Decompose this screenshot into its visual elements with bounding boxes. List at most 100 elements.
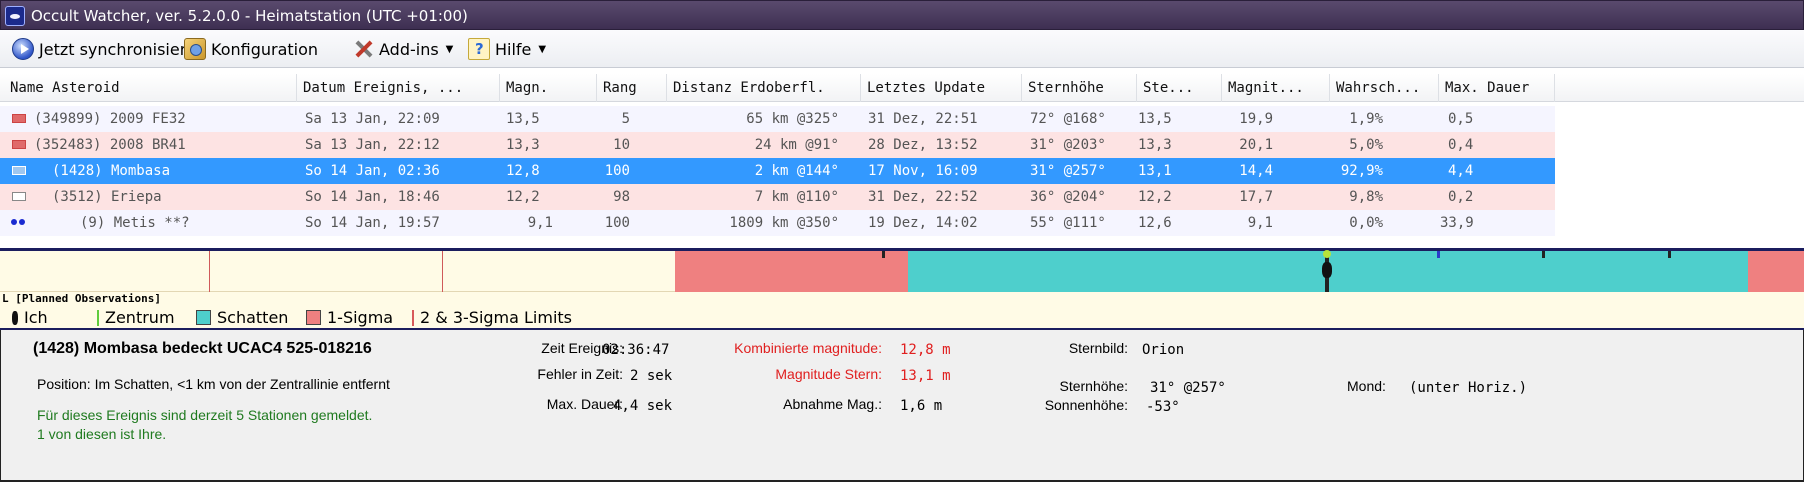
stations-info: Für dieses Ereignis sind derzeit 5 Stati… bbox=[37, 407, 373, 423]
shadow-swatch-icon bbox=[196, 310, 211, 325]
cell-update: 17 Nov, 16:09 bbox=[868, 163, 978, 179]
legend-schatten: Schatten bbox=[196, 308, 288, 327]
mond-label: Mond: bbox=[1347, 378, 1386, 394]
my-station-marker bbox=[1322, 250, 1332, 296]
table-header: Name Asteroid Datum Ereignis, ... Magn. … bbox=[0, 74, 1804, 102]
cell-dist: 65 km @325° bbox=[746, 111, 839, 127]
cell-rang: 100 bbox=[604, 163, 630, 179]
cell-magn: 12,2 bbox=[506, 189, 540, 205]
legend-ich: Ich bbox=[12, 308, 48, 327]
table-row[interactable]: (349899) 2009 FE32 Sa 13 Jan, 22:09 13,5… bbox=[0, 106, 1555, 132]
legend-zentrum-label: Zentrum bbox=[105, 308, 175, 327]
table-row[interactable]: (9) Metis **? So 14 Jan, 19:57 9,1 100 1… bbox=[0, 210, 1555, 236]
legend-ich-label: Ich bbox=[24, 308, 48, 327]
sync-icon bbox=[12, 38, 34, 60]
sonnenhoehe-label: Sonnenhöhe: bbox=[1044, 397, 1128, 413]
cell-magn: 13,5 bbox=[506, 111, 540, 127]
cell-dur: 4,4 bbox=[1448, 163, 1474, 179]
col-name-asteroid[interactable]: Name Asteroid bbox=[0, 74, 297, 102]
table-row[interactable]: (3512) Eriepa So 14 Jan, 18:46 12,2 98 7… bbox=[0, 184, 1555, 210]
cell-prob: 5,0% bbox=[1349, 137, 1383, 153]
kombi-value: 12,8 m bbox=[900, 342, 951, 358]
cell-rang: 98 bbox=[613, 189, 630, 205]
sternbild-value: Orion bbox=[1142, 342, 1185, 358]
sigma1-zone bbox=[675, 251, 908, 292]
col-ste[interactable]: Ste... bbox=[1137, 74, 1222, 102]
cell-prob: 92,9% bbox=[1340, 163, 1383, 179]
cell-name: (3512) Eriepa bbox=[52, 189, 162, 205]
cell-magnit: 20,1 bbox=[1239, 137, 1273, 153]
col-magn[interactable]: Magn. bbox=[500, 74, 597, 102]
cell-date: So 14 Jan, 19:57 bbox=[305, 215, 440, 231]
addins-menu[interactable]: Add-ins ▼ bbox=[352, 36, 453, 62]
legend-sigma1: 1-Sigma bbox=[306, 308, 393, 327]
cell-date: So 14 Jan, 18:46 bbox=[305, 189, 440, 205]
station-marker-icon bbox=[12, 310, 18, 325]
mond-value: (unter Horiz.) bbox=[1409, 380, 1528, 396]
cell-name: (1428) Mombasa bbox=[52, 163, 171, 179]
col-sternhoehe[interactable]: Sternhöhe bbox=[1022, 74, 1137, 102]
cell-update: 28 Dez, 13:52 bbox=[868, 137, 978, 153]
cell-rang: 100 bbox=[604, 215, 630, 231]
fehler-label: Fehler in Zeit: bbox=[537, 366, 623, 382]
sigma-limit-line bbox=[442, 251, 443, 292]
cell-ste: 13,1 bbox=[1138, 163, 1172, 179]
zeit-label: Zeit Ereignis: bbox=[541, 340, 623, 356]
col-max-dauer[interactable]: Max. Dauer bbox=[1439, 74, 1555, 102]
help-icon bbox=[468, 38, 490, 60]
cell-name: (9) Metis **? bbox=[80, 215, 190, 231]
timeline-legend: Ich Zentrum Schatten 1-Sigma 2 & 3-Sigma… bbox=[0, 306, 1804, 330]
cell-ste: 12,6 bbox=[1138, 215, 1172, 231]
station-tick bbox=[882, 251, 885, 258]
cell-date: Sa 13 Jan, 22:12 bbox=[305, 137, 440, 153]
cell-magnit: 14,4 bbox=[1239, 163, 1273, 179]
sync-button[interactable]: Jetzt synchronisieren bbox=[12, 36, 206, 62]
event-title: (1428) Mombasa bedeckt UCAC4 525-018216 bbox=[33, 340, 372, 357]
cell-magn: 12,8 bbox=[506, 163, 540, 179]
cell-alt: 31° @257° bbox=[1030, 163, 1106, 179]
tools-icon bbox=[352, 38, 374, 60]
magstern-value: 13,1 m bbox=[900, 368, 951, 384]
col-distanz[interactable]: Distanz Erdoberfl. bbox=[667, 74, 861, 102]
legend-limits: 2 & 3-Sigma Limits bbox=[412, 308, 572, 327]
legend-limits-label: 2 & 3-Sigma Limits bbox=[420, 308, 573, 327]
window-title: Occult Watcher, ver. 5.2.0.0 - Heimatsta… bbox=[31, 7, 468, 25]
legend-zentrum: Zentrum bbox=[97, 308, 175, 327]
col-magnit[interactable]: Magnit... bbox=[1222, 74, 1330, 102]
cell-dur: 33,9 bbox=[1440, 215, 1474, 231]
table-row[interactable]: (352483) 2008 BR41 Sa 13 Jan, 22:12 13,3… bbox=[0, 132, 1555, 158]
event-timeline[interactable] bbox=[0, 248, 1804, 296]
legend-schatten-label: Schatten bbox=[217, 308, 289, 327]
centerline-icon bbox=[97, 309, 99, 326]
help-label: Hilfe bbox=[495, 39, 532, 59]
cell-update: 19 Dez, 14:02 bbox=[868, 215, 978, 231]
cell-alt: 55° @111° bbox=[1030, 215, 1106, 231]
cell-magnit: 19,9 bbox=[1239, 111, 1273, 127]
station-tick bbox=[1542, 251, 1545, 258]
help-menu[interactable]: Hilfe ▼ bbox=[468, 36, 546, 62]
cell-dist: 24 km @91° bbox=[754, 137, 839, 153]
table-row-selected[interactable]: (1428) Mombasa So 14 Jan, 02:36 12,8 100… bbox=[0, 158, 1555, 184]
col-update[interactable]: Letztes Update bbox=[861, 74, 1022, 102]
chevron-down-icon: ▼ bbox=[538, 43, 547, 55]
cell-dist: 7 km @110° bbox=[754, 189, 839, 205]
config-icon bbox=[184, 38, 206, 60]
sternhoehe-label: Sternhöhe: bbox=[1059, 378, 1129, 394]
cell-dist: 2 km @144° bbox=[754, 163, 839, 179]
zeit-value: 02:36:47 bbox=[602, 342, 670, 358]
magstern-label: Magnitude Stern: bbox=[775, 366, 882, 382]
config-button[interactable]: Konfiguration bbox=[184, 36, 318, 62]
toolbar: Jetzt synchronisieren Konfiguration Add-… bbox=[0, 30, 1804, 68]
cell-rang: 10 bbox=[613, 137, 630, 153]
sigma1-zone bbox=[1748, 251, 1804, 292]
row-color-marker bbox=[12, 140, 26, 149]
col-wahrsch[interactable]: Wahrsch... bbox=[1330, 74, 1439, 102]
sigma-limit-line bbox=[209, 251, 210, 292]
cell-alt: 31° @203° bbox=[1030, 137, 1106, 153]
col-rang[interactable]: Rang bbox=[597, 74, 667, 102]
col-datum[interactable]: Datum Ereignis, ... bbox=[297, 74, 500, 102]
cell-prob: 1,9% bbox=[1349, 111, 1383, 127]
limit-line-icon bbox=[412, 309, 414, 326]
cell-ste: 13,5 bbox=[1138, 111, 1172, 127]
sternbild-label: Sternbild: bbox=[1068, 340, 1128, 356]
